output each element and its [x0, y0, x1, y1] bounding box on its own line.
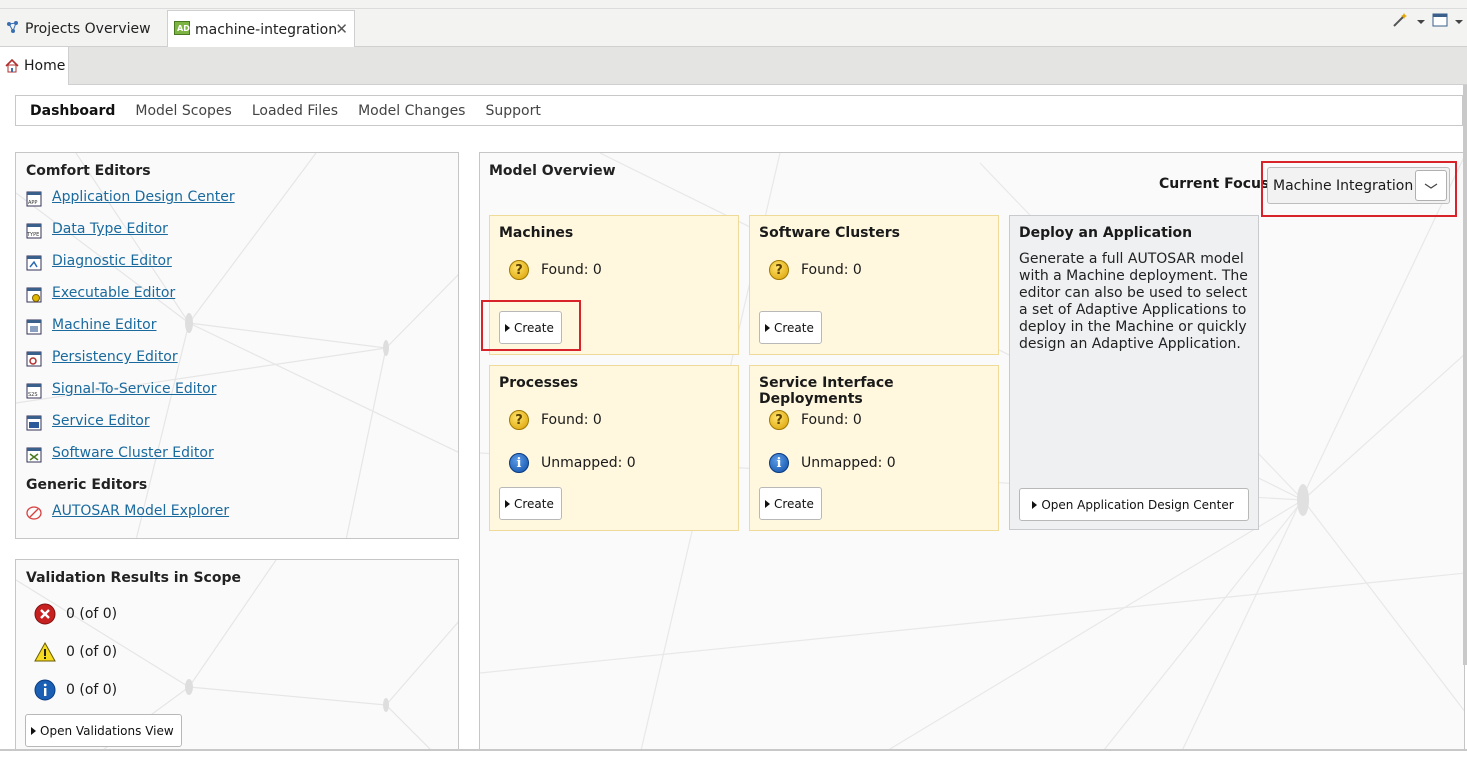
validation-panel: Validation Results in Scope 0 (of 0) 0 (…	[15, 559, 459, 754]
deploy-application-card: Deploy an Application Generate a full AU…	[1009, 215, 1259, 530]
info-icon: i	[769, 453, 789, 473]
validation-errors: 0 (of 0)	[34, 603, 117, 625]
software-clusters-card: Software Clusters ? Found: 0 Create	[749, 215, 999, 355]
diagnostic-editor-icon	[26, 255, 42, 271]
validation-infos: 0 (of 0)	[34, 679, 117, 701]
validation-title: Validation Results in Scope	[26, 570, 241, 586]
create-machine-highlight	[481, 300, 581, 351]
home-label: Home	[24, 58, 66, 74]
link-autosar-model-explorer[interactable]: AUTOSAR Model Explorer	[52, 503, 229, 519]
home-bar: Home	[0, 47, 1467, 85]
comfort-editors-title: Comfort Editors	[26, 163, 151, 179]
link-executable-editor[interactable]: Executable Editor	[52, 285, 175, 301]
question-icon: ?	[509, 260, 529, 280]
current-focus-value: Machine Integration	[1273, 177, 1414, 194]
processes-card: Processes ? Found: 0 i Unmapped: 0 Create	[489, 365, 739, 531]
tab-label: machine-integration	[195, 21, 338, 38]
create-process-button[interactable]: Create	[499, 487, 562, 520]
nav-support[interactable]: Support	[485, 103, 540, 119]
question-icon: ?	[769, 260, 789, 280]
machines-found: ? Found: 0	[509, 260, 602, 280]
question-icon: ?	[509, 410, 529, 430]
service-interface-deployments-title: Service Interface Deployments	[759, 375, 894, 407]
tab-projects-overview[interactable]: Projects Overview	[0, 10, 157, 47]
triangle-right-icon	[31, 726, 36, 735]
ad-file-icon: AD	[174, 20, 190, 39]
question-icon: ?	[769, 410, 789, 430]
svg-text:APP: APP	[28, 200, 37, 206]
service-editor-icon	[26, 415, 42, 431]
link-data-type-editor[interactable]: Data Type Editor	[52, 221, 168, 237]
chevron-down-icon[interactable]	[1454, 14, 1464, 30]
editors-panel: Comfort Editors APP Application Design C…	[15, 152, 459, 539]
software-clusters-found: ? Found: 0	[769, 260, 862, 280]
triangle-right-icon	[765, 499, 770, 508]
triangle-right-icon	[1032, 500, 1038, 509]
data-type-editor-icon: TYPE	[26, 223, 42, 239]
nav-model-scopes[interactable]: Model Scopes	[135, 103, 231, 119]
create-service-interface-deployment-button[interactable]: Create	[759, 487, 822, 520]
chevron-down-icon[interactable]	[1415, 170, 1447, 201]
magic-wand-icon[interactable]	[1392, 12, 1410, 32]
software-cluster-editor-icon	[26, 447, 42, 463]
project-tree-icon	[6, 20, 20, 38]
deploy-title: Deploy an Application	[1019, 225, 1193, 241]
close-icon[interactable]: ✕	[335, 20, 348, 38]
service-interface-deployments-found: ? Found: 0	[769, 410, 862, 430]
current-focus-select[interactable]: Machine Integration	[1267, 167, 1450, 204]
tab-label: Projects Overview	[25, 20, 151, 37]
current-focus-label: Current Focus:	[1159, 176, 1275, 192]
app-design-editor-icon: APP	[26, 191, 42, 207]
triangle-right-icon	[765, 323, 770, 332]
dashboard-nav: Dashboard Model Scopes Loaded Files Mode…	[15, 95, 1463, 126]
signal-to-service-editor-icon: S2S	[26, 383, 42, 399]
chevron-down-icon[interactable]	[1416, 14, 1426, 30]
home-icon	[5, 59, 19, 73]
link-signal-to-service-editor[interactable]: Signal-To-Service Editor	[52, 381, 216, 397]
svg-text:AD: AD	[177, 24, 190, 33]
triangle-right-icon	[505, 499, 510, 508]
nav-loaded-files[interactable]: Loaded Files	[252, 103, 338, 119]
link-software-cluster-editor[interactable]: Software Cluster Editor	[52, 445, 214, 461]
deploy-description: Generate a full AUTOSAR model with a Mac…	[1019, 251, 1248, 352]
executable-editor-icon	[26, 287, 42, 303]
autosar-explorer-icon	[26, 505, 42, 521]
link-machine-editor[interactable]: Machine Editor	[52, 317, 157, 333]
maximize-view-icon[interactable]	[1432, 13, 1448, 31]
warning-icon	[34, 641, 56, 663]
editor-tab-bar: Projects Overview AD machine-integration…	[0, 0, 1467, 48]
info-icon: i	[509, 453, 529, 473]
link-application-design-center[interactable]: Application Design Center	[52, 189, 235, 205]
error-icon	[34, 603, 56, 625]
nav-dashboard[interactable]: Dashboard	[30, 103, 115, 119]
software-clusters-title: Software Clusters	[759, 225, 900, 241]
processes-title: Processes	[499, 375, 579, 391]
model-overview-title: Model Overview	[489, 163, 616, 179]
create-software-cluster-button[interactable]: Create	[759, 311, 822, 344]
validation-warnings: 0 (of 0)	[34, 641, 117, 663]
link-diagnostic-editor[interactable]: Diagnostic Editor	[52, 253, 172, 269]
toolbar-right	[1392, 12, 1467, 32]
link-service-editor[interactable]: Service Editor	[52, 413, 150, 429]
generic-editors-title: Generic Editors	[26, 477, 148, 493]
info-icon	[34, 679, 56, 701]
svg-text:TYPE: TYPE	[26, 232, 39, 238]
machine-editor-icon	[26, 319, 42, 335]
service-interface-deployments-card: Service Interface Deployments ? Found: 0 …	[749, 365, 999, 531]
status-bar	[0, 751, 1467, 767]
tab-machine-integration[interactable]: AD machine-integration ✕	[167, 10, 355, 48]
processes-unmapped: i Unmapped: 0	[509, 453, 636, 473]
persistency-editor-icon	[26, 351, 42, 367]
vertical-scrollbar[interactable]	[1463, 85, 1467, 665]
nav-model-changes[interactable]: Model Changes	[358, 103, 465, 119]
link-persistency-editor[interactable]: Persistency Editor	[52, 349, 178, 365]
tab-home[interactable]: Home	[0, 47, 69, 85]
open-validations-view-button[interactable]: Open Validations View	[25, 714, 182, 747]
open-application-design-center-button[interactable]: Open Application Design Center	[1019, 488, 1249, 521]
svg-text:S2S: S2S	[28, 392, 38, 398]
service-interface-deployments-unmapped: i Unmapped: 0	[769, 453, 896, 473]
processes-found: ? Found: 0	[509, 410, 602, 430]
machines-title: Machines	[499, 225, 574, 241]
